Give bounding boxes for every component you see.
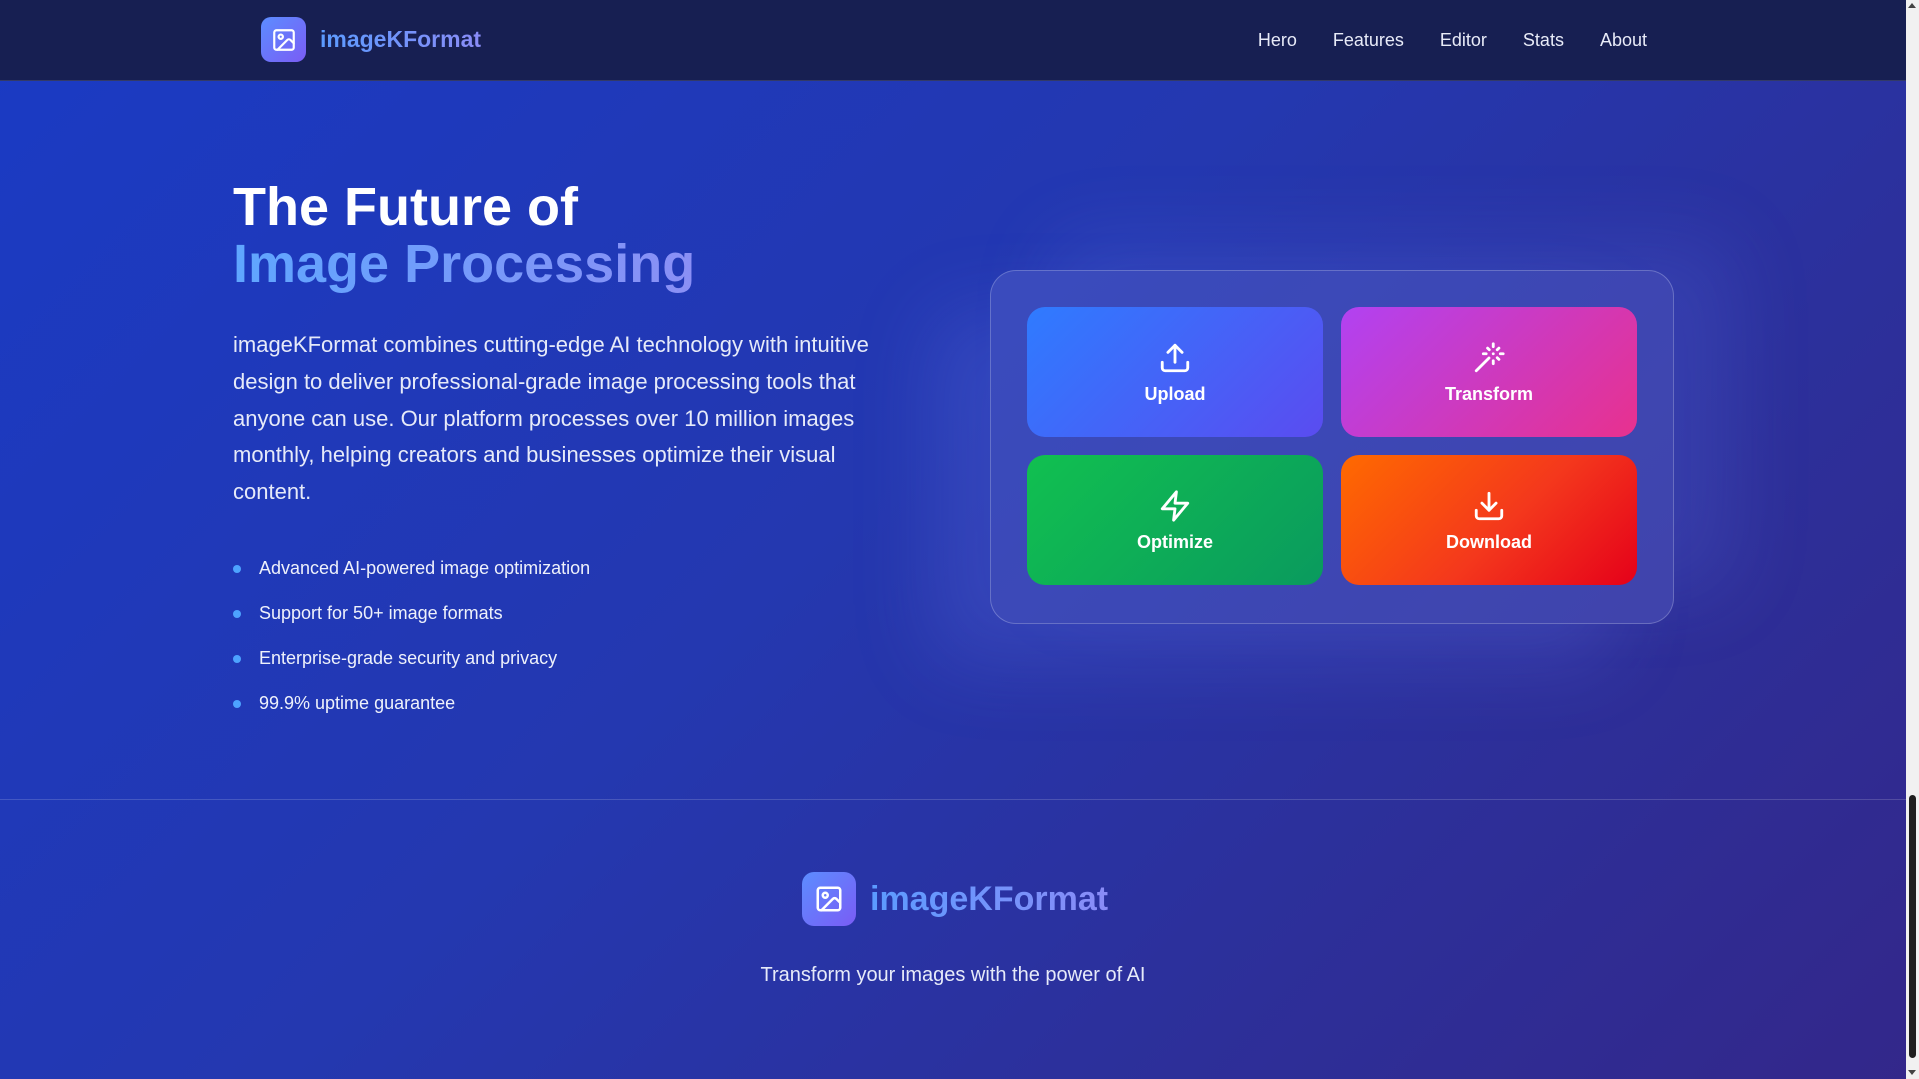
bullet-dot-icon xyxy=(233,564,241,573)
hero-title-highlight: Image Processing xyxy=(233,234,696,294)
download-button[interactable]: Download xyxy=(1341,455,1637,585)
feature-text: Support for 50+ image formats xyxy=(259,603,503,623)
scroll-down-arrow-icon[interactable] xyxy=(1908,1070,1916,1075)
footer-tagline: Transform your images with the power of … xyxy=(760,964,1146,986)
nav-links: Hero Features Editor Stats About xyxy=(1258,0,1647,81)
nav-link-hero[interactable]: Hero xyxy=(1258,30,1297,51)
optimize-button[interactable]: Optimize xyxy=(1027,455,1323,585)
transform-label: Transform xyxy=(1444,383,1534,404)
top-navbar: imageKFormat Hero Features Editor Stats … xyxy=(0,0,1906,81)
list-item: 99.9% uptime guarantee xyxy=(233,681,590,726)
footer-brand-logo[interactable]: imageKFormat xyxy=(802,872,1108,926)
download-label: Download xyxy=(1446,531,1532,552)
feature-text: Enterprise-grade security and privacy xyxy=(259,648,558,668)
footer-brand-name: imageKFormat xyxy=(870,879,1109,918)
optimize-label: Optimize xyxy=(1136,531,1213,552)
brand-name: imageKFormat xyxy=(320,26,482,52)
image-icon xyxy=(802,872,856,926)
bullet-dot-icon xyxy=(233,609,241,618)
nav-link-editor[interactable]: Editor xyxy=(1440,30,1487,51)
hero-title: The Future of xyxy=(233,177,578,237)
image-icon xyxy=(261,17,306,62)
brand-logo[interactable]: imageKFormat xyxy=(261,17,481,62)
upload-button[interactable]: Upload xyxy=(1027,307,1323,437)
upload-label: Upload xyxy=(1144,383,1206,404)
nav-link-about[interactable]: About xyxy=(1600,30,1647,51)
bullet-dot-icon xyxy=(233,654,241,663)
feature-text: 99.9% uptime guarantee xyxy=(259,693,456,713)
upload-icon xyxy=(1157,340,1193,376)
scrollbar-thumb[interactable] xyxy=(1909,795,1916,1058)
hero-description: imageKFormat combines cutting-edge AI te… xyxy=(233,332,869,505)
feature-text: Advanced AI-powered image optimization xyxy=(259,558,591,578)
nav-link-stats[interactable]: Stats xyxy=(1523,30,1564,51)
list-item: Support for 50+ image formats xyxy=(233,591,590,636)
section-divider xyxy=(0,799,1906,800)
magic-wand-icon xyxy=(1471,340,1507,376)
transform-button[interactable]: Transform xyxy=(1341,307,1637,437)
scroll-up-arrow-icon[interactable] xyxy=(1908,3,1916,8)
lightning-icon xyxy=(1157,488,1193,524)
scrollbar[interactable] xyxy=(1906,0,1919,1079)
list-item: Enterprise-grade security and privacy xyxy=(233,636,590,681)
download-icon xyxy=(1471,488,1507,524)
feature-list: Advanced AI-powered image optimization S… xyxy=(233,546,590,726)
nav-link-features[interactable]: Features xyxy=(1333,30,1404,51)
list-item: Advanced AI-powered image optimization xyxy=(233,546,590,591)
bullet-dot-icon xyxy=(233,699,241,708)
